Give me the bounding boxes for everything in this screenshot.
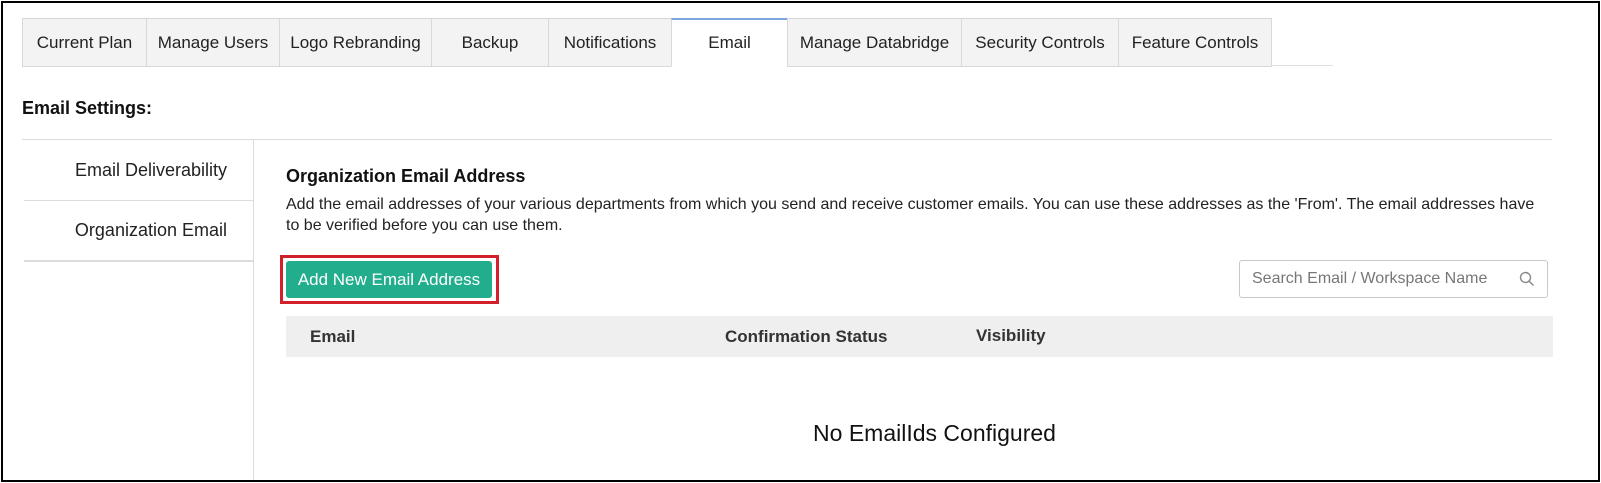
tab-logo-rebranding[interactable]: Logo Rebranding xyxy=(279,19,431,67)
search-box[interactable] xyxy=(1239,260,1548,298)
tabbar-divider xyxy=(1271,65,1333,66)
tab-feature-controls[interactable]: Feature Controls xyxy=(1118,19,1272,67)
settings-window: Current Plan Manage Users Logo Rebrandin… xyxy=(1,1,1600,482)
tab-email[interactable]: Email xyxy=(671,18,787,67)
column-header-confirmation-status: Confirmation Status xyxy=(725,327,888,346)
tab-current-plan[interactable]: Current Plan xyxy=(22,19,146,67)
subnav-item-organization-email[interactable]: Organization Email xyxy=(24,201,253,262)
search-input[interactable] xyxy=(1252,270,1512,288)
subnav-item-email-deliverability[interactable]: Email Deliverability xyxy=(24,140,253,201)
search-icon[interactable] xyxy=(1519,271,1535,287)
tab-backup[interactable]: Backup xyxy=(431,19,548,67)
tab-manage-databridge[interactable]: Manage Databridge xyxy=(787,19,961,67)
table-header: Email Confirmation Status Visibility xyxy=(286,316,1553,357)
section-description: Add the email addresses of your various … xyxy=(286,196,1535,234)
page-title: Email Settings: xyxy=(22,98,153,118)
column-header-email: Email xyxy=(310,327,356,346)
empty-state-message: No EmailIds Configured xyxy=(813,420,1056,446)
section-title: Organization Email Address xyxy=(286,166,526,186)
add-new-email-address-button[interactable]: Add New Email Address xyxy=(286,261,492,298)
email-settings-subnav: Email Deliverability Organization Email xyxy=(24,140,254,480)
tab-notifications[interactable]: Notifications xyxy=(548,19,671,67)
tab-security-controls[interactable]: Security Controls xyxy=(961,19,1118,67)
tab-manage-users[interactable]: Manage Users xyxy=(146,19,279,67)
settings-tabbar: Current Plan Manage Users Logo Rebrandin… xyxy=(22,18,1272,67)
column-header-visibility: Visibility xyxy=(976,326,1046,345)
